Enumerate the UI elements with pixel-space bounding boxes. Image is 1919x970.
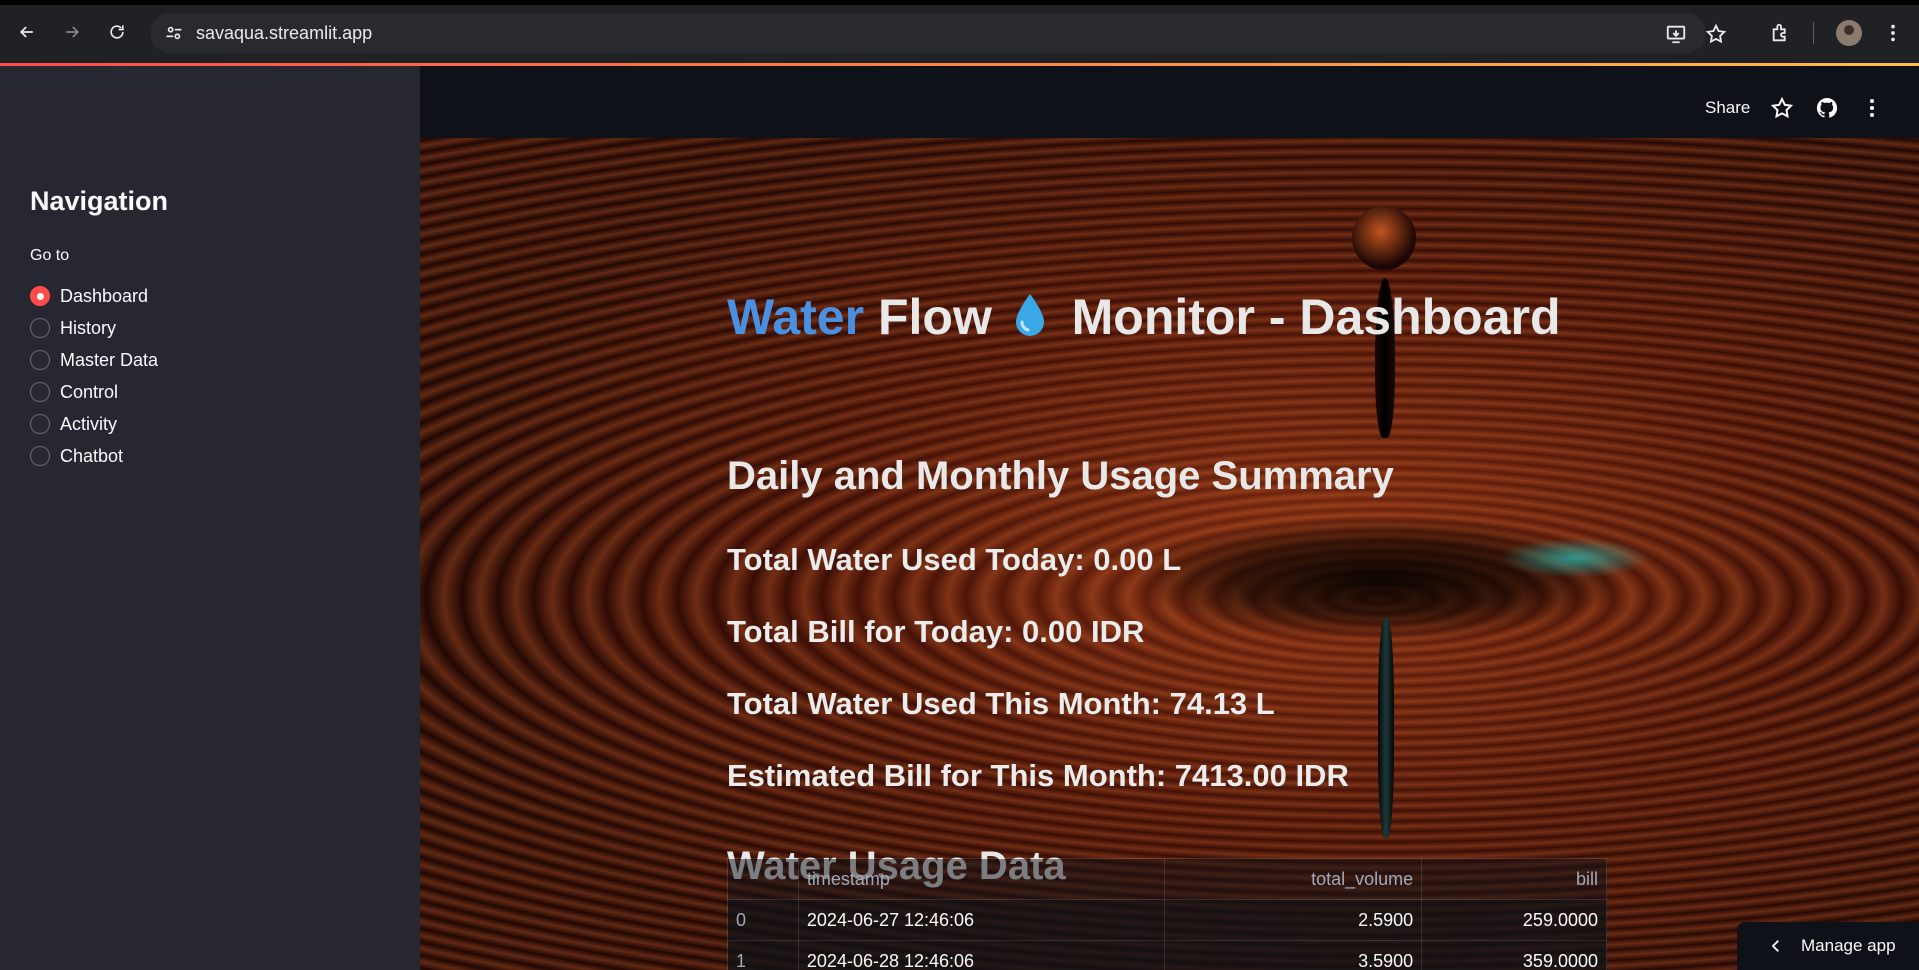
column-header-timestamp[interactable]: timestamp [797, 858, 1166, 900]
more-options-icon[interactable] [1860, 96, 1884, 120]
bookmark-star-icon[interactable] [1705, 23, 1727, 45]
table-row: 1 2024-06-28 12:46:06 3.5900 359.0000 [727, 940, 1607, 970]
cell-total-volume[interactable]: 2.5900 [1164, 899, 1423, 941]
radio-control[interactable]: Control [30, 376, 158, 408]
sidebar: Navigation Go to Dashboard History Maste… [0, 66, 420, 970]
column-header-bill[interactable]: bill [1421, 858, 1607, 900]
extensions-icon[interactable] [1770, 22, 1792, 44]
tab-strip [0, 0, 1919, 5]
radio-master-data[interactable]: Master Data [30, 344, 158, 376]
radio-label: Dashboard [60, 285, 149, 306]
table-row: 0 2024-06-27 12:46:06 2.5900 259.0000 [727, 899, 1607, 941]
radio-label: Control [60, 381, 119, 402]
browser-chrome: savaqua.streamlit.app [0, 0, 1919, 66]
sidebar-title: Navigation [30, 186, 169, 216]
github-icon[interactable] [1815, 96, 1839, 120]
column-header-total-volume[interactable]: total_volume [1164, 858, 1423, 900]
share-button[interactable]: Share [1705, 98, 1750, 118]
cell-timestamp[interactable]: 2024-06-27 12:46:06 [797, 899, 1166, 941]
cell-timestamp[interactable]: 2024-06-28 12:46:06 [797, 940, 1166, 970]
stat-water-today: Total Water Used Today: 0.00 L [727, 542, 1182, 577]
background-image: Water Flow Monitor - Dashboard Daily and… [420, 138, 1919, 970]
main-area: Share Water Flow Monitor - Dashboard Dai… [420, 66, 1919, 970]
row-index[interactable]: 1 [727, 940, 799, 970]
navigation-radio-group: Dashboard History Master Data Control Ac… [30, 280, 158, 472]
title-accent-word: Water [727, 289, 865, 345]
manage-app-label: Manage app [1801, 936, 1896, 955]
radio-activity[interactable]: Activity [30, 408, 158, 440]
radio-group-label: Go to [30, 247, 70, 264]
page-title: Water Flow Monitor - Dashboard [727, 288, 1561, 346]
back-icon[interactable] [12, 17, 42, 47]
radio-history[interactable]: History [30, 312, 158, 344]
usage-table[interactable]: timestamp total_volume bill 0 2024-06-27… [727, 858, 1607, 970]
toolbar-divider [1813, 22, 1814, 44]
install-app-icon[interactable] [1665, 23, 1687, 45]
profile-avatar[interactable] [1836, 20, 1862, 46]
cell-total-volume[interactable]: 3.5900 [1164, 940, 1423, 970]
title-rest: Monitor - Dashboard [1071, 289, 1561, 345]
radio-button-icon[interactable] [30, 382, 50, 402]
water-drop-icon [1015, 294, 1044, 336]
radio-button-icon[interactable] [30, 286, 50, 306]
table-header-row: timestamp total_volume bill [727, 858, 1607, 900]
star-icon[interactable] [1770, 96, 1794, 120]
manage-app-button[interactable]: Manage app [1737, 922, 1919, 970]
water-splash-image [1378, 618, 1394, 838]
radio-label: Activity [60, 413, 118, 434]
row-index[interactable]: 0 [727, 899, 799, 941]
radio-dashboard[interactable]: Dashboard [30, 280, 158, 312]
app-header: Share [420, 66, 1919, 138]
chevron-left-icon [1771, 940, 1779, 952]
usage-dataframe[interactable]: timestamp total_volume bill 0 2024-06-27… [727, 858, 1607, 970]
url-text[interactable]: savaqua.streamlit.app [196, 23, 372, 44]
stat-water-month: Total Water Used This Month: 74.13 L [727, 686, 1275, 721]
browser-menu-icon[interactable] [1882, 22, 1904, 44]
radio-chatbot[interactable]: Chatbot [30, 440, 158, 472]
radio-button-icon[interactable] [30, 414, 50, 434]
radio-button-icon[interactable] [30, 446, 50, 466]
forward-icon[interactable] [57, 17, 87, 47]
reflection-image [1500, 538, 1650, 578]
address-bar[interactable]: savaqua.streamlit.app [150, 13, 1727, 53]
cell-bill[interactable]: 359.0000 [1421, 940, 1607, 970]
title-word: Flow [877, 289, 992, 345]
site-settings-icon[interactable] [164, 23, 184, 43]
stat-bill-today: Total Bill for Today: 0.00 IDR [727, 614, 1145, 649]
stat-bill-month: Estimated Bill for This Month: 7413.00 I… [727, 758, 1349, 793]
radio-label: Master Data [60, 349, 159, 370]
reload-icon[interactable] [102, 17, 132, 47]
column-header-index[interactable] [727, 858, 799, 900]
radio-button-icon[interactable] [30, 350, 50, 370]
summary-heading: Daily and Monthly Usage Summary [727, 454, 1394, 498]
radio-label: Chatbot [60, 445, 124, 466]
cell-bill[interactable]: 259.0000 [1421, 899, 1607, 941]
radio-button-icon[interactable] [30, 318, 50, 338]
water-drop-image [1352, 206, 1416, 270]
radio-label: History [60, 317, 117, 338]
